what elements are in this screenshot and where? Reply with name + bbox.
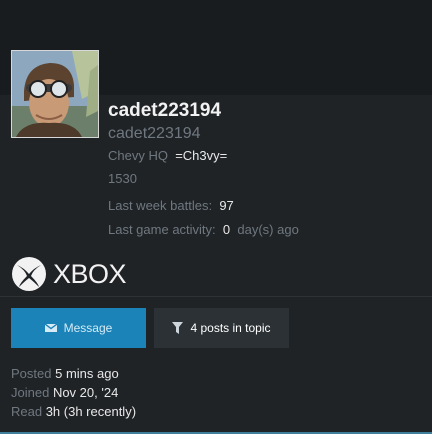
message-button[interactable]: Message	[11, 308, 146, 348]
posted-value[interactable]: 5 mins ago	[55, 366, 119, 381]
posts-in-topic-label: 4 posts in topic	[190, 321, 271, 335]
read-value: 3h (3h recently)	[45, 404, 137, 419]
section-divider	[0, 296, 432, 297]
last-game-activity-value: 0	[222, 222, 231, 237]
last-game-activity-label: Last game activity	[108, 222, 213, 237]
clan-tag[interactable]: =Ch3vy=	[175, 148, 227, 163]
last-week-battles-value: 97	[219, 198, 234, 213]
joined-row: Joined Nov 20, '24	[11, 385, 118, 400]
xbox-logo-icon	[12, 257, 46, 291]
platform-badge: XBOX	[11, 256, 127, 292]
filter-icon	[172, 322, 184, 334]
user-handle: cadet223194	[108, 125, 201, 142]
read-label: Read	[11, 404, 43, 419]
posted-label: Posted	[11, 366, 52, 381]
joined-value: Nov 20, '24	[52, 385, 119, 400]
clan-row: Chevy HQ =Ch3vy=	[108, 148, 227, 163]
clan-label[interactable]: Chevy HQ	[108, 148, 168, 163]
message-button-label: Message	[63, 321, 113, 335]
last-week-battles-row: Last week battles: 97	[108, 198, 234, 213]
last-week-battles-label: Last week battles	[108, 198, 209, 213]
platform-name: XBOX	[53, 258, 127, 289]
rating-value: 1530	[108, 171, 137, 186]
envelope-icon	[44, 323, 57, 333]
last-game-activity-row: Last game activity: 0 day(s) ago	[108, 222, 299, 237]
avatar[interactable]	[11, 50, 99, 138]
read-row: Read 3h (3h recently)	[11, 404, 136, 419]
last-game-activity-unit: day(s) ago	[237, 222, 299, 237]
posted-row: Posted 5 mins ago	[11, 366, 119, 381]
joined-label: Joined	[11, 385, 50, 400]
posts-in-topic-button[interactable]: 4 posts in topic	[154, 308, 289, 348]
username[interactable]: cadet223194	[108, 100, 221, 122]
